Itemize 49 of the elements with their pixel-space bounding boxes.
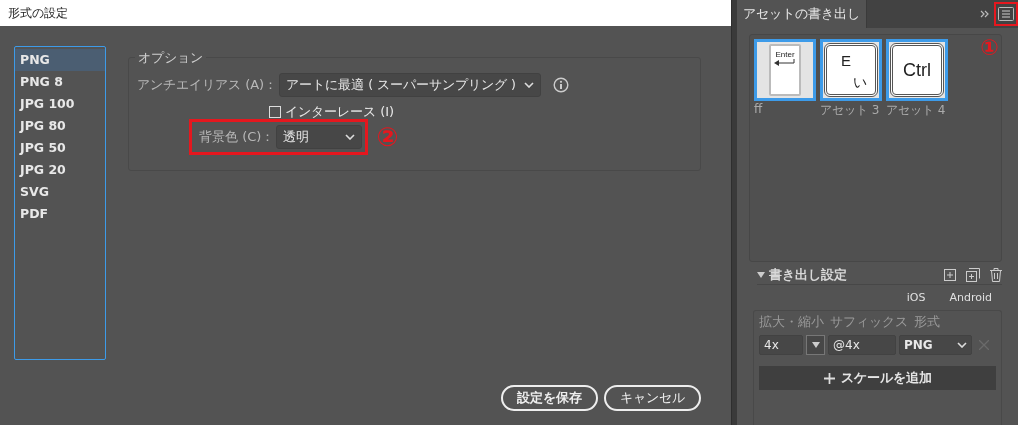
duplicate-icon[interactable] (966, 268, 980, 282)
window-title: 形式の設定 (8, 4, 68, 22)
column-header: 形式 (914, 314, 940, 331)
group-legend: オプション (135, 49, 206, 67)
format-dropdown[interactable]: PNG (899, 335, 972, 355)
format-item[interactable]: JPG 50 (15, 137, 105, 159)
chevron-icon (345, 134, 356, 140)
interlace-checkbox[interactable]: インターレース (I) (269, 103, 395, 121)
cancel-button[interactable]: キャンセル (604, 385, 701, 411)
field-label: 背景色 (C)： (199, 128, 275, 146)
disclosure-triangle-icon[interactable] (757, 272, 765, 278)
asset-thumbnail[interactable]: Enter (754, 39, 816, 101)
suffix-field[interactable]: @4x (828, 335, 896, 355)
enter-key-drawing: Enter (769, 44, 801, 96)
column-header: 拡大・縮小 (759, 314, 824, 331)
trash-icon[interactable] (990, 268, 1002, 282)
asset-name: アセット 3 (820, 102, 881, 119)
asset-name: アセット 4 (886, 102, 947, 119)
column-header: サフィックス (830, 314, 908, 331)
format-item[interactable]: JPG 80 (15, 115, 105, 137)
chevron-icon (524, 82, 535, 88)
menu-button[interactable] (994, 2, 1018, 26)
add-scale-button[interactable]: スケールを追加 (759, 366, 996, 390)
field-label: アンチエイリアス (A)： (137, 76, 278, 94)
platform-preset[interactable]: iOS (906, 291, 926, 304)
annotation-number: ② (376, 124, 399, 150)
section-title: 書き出し設定 (769, 266, 847, 284)
dropdown-button[interactable] (806, 335, 825, 355)
format-item[interactable]: PNG 8 (15, 71, 105, 93)
add-icon[interactable] (944, 269, 956, 281)
plus-icon (823, 372, 835, 384)
save-button[interactable]: 設定を保存 (501, 385, 598, 411)
chevron-icon (957, 342, 967, 348)
asset-name: ff (754, 102, 764, 116)
double-chevron-icon[interactable] (980, 10, 990, 18)
format-item[interactable]: JPG 20 (15, 159, 105, 181)
panel-tab[interactable]: アセットの書き出し (737, 0, 867, 28)
antialias-dropdown[interactable]: アートに最適 ( スーパーサンプリング ) (279, 73, 542, 97)
menu-icon (998, 7, 1014, 21)
annotation-number: ① (980, 37, 999, 59)
background-dropdown[interactable]: 透明 (276, 125, 363, 149)
triangle-icon (811, 342, 820, 348)
scale-field[interactable]: 4x (759, 335, 803, 355)
format-item[interactable]: PDF (15, 203, 105, 225)
platform-preset[interactable]: Android (949, 291, 992, 304)
format-item[interactable]: JPG 100 (15, 93, 105, 115)
format-item[interactable]: PNG (15, 49, 105, 71)
info-icon[interactable] (553, 77, 570, 93)
format-item[interactable]: SVG (15, 181, 105, 203)
